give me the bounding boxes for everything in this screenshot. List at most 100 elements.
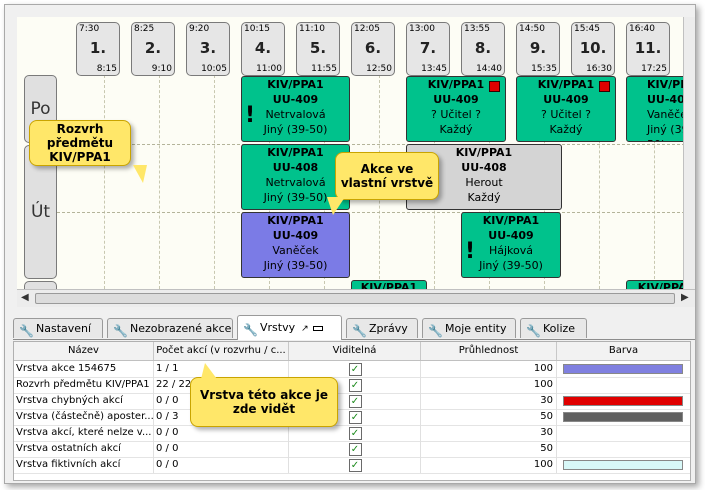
cell-count: 0 / 0 [154,441,289,457]
hour-end: 8:15 [96,64,117,74]
hour-start: 13:00 [409,24,435,34]
hour-end: 15:35 [531,64,557,74]
hour-start: 7:30 [79,24,100,34]
cell-name: Vrstva ostatních akcí [14,441,154,457]
event-group: Jiný (39-50) [263,123,328,136]
schedule-event[interactable]: KIV/PPA1 [351,280,427,289]
cell-name: Vrstva (částečně) aposter... [14,409,154,425]
hour-number: 7. [419,39,437,57]
event-course: KIV/PPA1 [267,146,324,159]
callout-tail [327,197,345,215]
hour-start: 16:40 [629,24,655,34]
wrench-icon: 🔧 [526,324,541,338]
cell-count: 0 / 0 [154,425,289,441]
scroll-left-arrow-icon[interactable]: ◀ [21,292,29,303]
schedule-event[interactable]: KIV/PPA1 UU-409 Netrvalová Jiný (39-50) … [241,76,350,142]
visible-checkbox[interactable]: ✓ [348,459,362,472]
cell-color [557,393,690,409]
cell-opacity: 100 [421,457,557,473]
tab-label: Vrstvy [260,321,296,334]
cell-color [557,377,690,393]
column-header-name[interactable]: Název [14,342,154,360]
event-room: UU-408 [272,161,319,174]
visible-checkbox[interactable]: ✓ [348,411,362,424]
visible-checkbox[interactable]: ✓ [348,379,362,392]
popout-icon[interactable]: ↗ [301,324,309,334]
event-teacher: Hájková [488,244,534,257]
color-swatch[interactable] [563,364,683,374]
event-room: UU-409 [272,93,319,106]
table-row[interactable]: Vrstva (částečně) aposter... 0 / 3 ✓ 50 [14,409,690,426]
tab-bar: 🔧 Nastavení 🔧 Nezobrazené akce 🔧 Vrstvy ↗ 🔧 Z… [13,315,695,340]
scroll-right-arrow-icon[interactable]: ▶ [681,292,689,303]
callout-text: Rozvrh předmětu KIV/PPA1 [46,122,114,164]
table-row[interactable]: Rozvrh předmětu KIV/PPA1 22 / 22 ✓ 100 [14,377,690,394]
event-course: KIV/PPA1 [267,214,324,227]
day-label: Po [30,99,51,119]
tab-moje-entity[interactable]: 🔧 Moje entity [422,318,516,338]
tab-kolize[interactable]: 🔧 Kolize [520,318,587,338]
color-swatch[interactable] [563,412,683,422]
event-group: Jiný (39-50) [479,259,543,272]
visible-checkbox[interactable]: ✓ [348,395,362,408]
table-row[interactable]: Vrstva fiktivních akcí 0 / 0 ✓ 100 [14,457,690,474]
schedule-event[interactable]: KIV/PPA1 UU-409 ? Učitel ? Každý [516,76,616,142]
grid-line [159,75,160,289]
cell-color [557,425,690,441]
tab-nastaveni[interactable]: 🔧 Nastavení [13,318,103,338]
table-row[interactable]: Vrstva chybných akcí 0 / 0 ✓ 30 [14,393,690,410]
cell-color [557,441,690,457]
column-header-opacity[interactable]: Průhlednost [421,342,557,360]
hour-header-5: 11:10 5. 11:55 [296,22,340,76]
callout-tail [201,363,217,379]
cell-count: 0 / 0 [154,457,289,473]
color-swatch[interactable] [563,396,683,406]
tab-label: Nastavení [36,322,92,335]
hour-header-1: 7:30 1. 8:15 [76,22,120,76]
cell-opacity: 30 [421,425,557,441]
column-header-visible[interactable]: Viditelná [289,342,421,360]
callout-text: Vrstva této akce je zde vidět [200,388,328,416]
cell-opacity: 50 [421,409,557,425]
tab-label: Zprávy [369,322,408,335]
color-swatch[interactable] [563,460,683,470]
visible-checkbox[interactable]: ✓ [348,443,362,456]
hour-number: 5. [309,39,327,57]
grid-line [104,75,105,289]
hour-header-6: 12:05 6. 12:50 [351,22,395,76]
hour-number: 6. [364,39,382,57]
schedule-event[interactable]: KIV/PPA1 UU-409 Hájková Jiný (39-50) ! [461,212,561,278]
visible-checkbox[interactable]: ✓ [348,363,362,376]
hour-end: 10:05 [201,64,227,74]
cell-color [557,457,690,473]
tab-zpravy[interactable]: 🔧 Zprávy [346,318,418,338]
callout-own-layer: Akce ve vlastní vrstvě [335,152,439,200]
event-room: UU-409 [488,229,534,242]
event-group: Každý [549,123,583,136]
schedule-event-selected[interactable]: KIV/PPA1 UU-409 Vaněček Jiný (39-50) [241,212,350,278]
tab-nezobrazene-akce[interactable]: 🔧 Nezobrazené akce [107,318,233,338]
hour-header-11: 16:40 11. 17:25 [626,22,670,76]
scrollbar-thumb[interactable] [35,293,675,304]
vertical-scrollbar[interactable] [683,17,695,289]
table-header: Název Počet akcí (v rozvrhu / c... Vidit… [14,342,690,361]
minimize-icon[interactable] [312,325,323,331]
hour-end: 9:10 [151,64,172,74]
table-row[interactable]: Vrstva ostatních akcí 0 / 0 ✓ 50 [14,441,690,458]
wrench-icon: 🔧 [352,324,367,338]
table-row[interactable]: Vrstva akcí, které nelze v... 0 / 0 ✓ 30 [14,425,690,442]
hour-end: 11:55 [311,64,337,74]
horizontal-scrollbar[interactable]: ◀ ▶ [17,289,695,307]
cell-visible: ✓ [289,361,421,377]
column-header-color[interactable]: Barva [557,342,690,360]
event-teacher: Vaněček [272,244,319,257]
hour-header-2: 8:25 2. 9:10 [131,22,175,76]
event-course: KIV/PPA1 [360,281,418,289]
tab-vrstvy[interactable]: 🔧 Vrstvy ↗ [237,315,342,340]
schedule-event[interactable]: KIV/PPA1 UU-409 ? Učitel ? Každý [406,76,506,142]
table-row[interactable]: Vrstva akce 154675 1 / 1 ✓ 100 [14,361,690,378]
column-header-count[interactable]: Počet akcí (v rozvrhu / c... [154,342,289,360]
hour-start: 9:20 [189,24,210,34]
visible-checkbox[interactable]: ✓ [348,427,362,440]
event-teacher: ? Učitel ? [541,108,591,121]
